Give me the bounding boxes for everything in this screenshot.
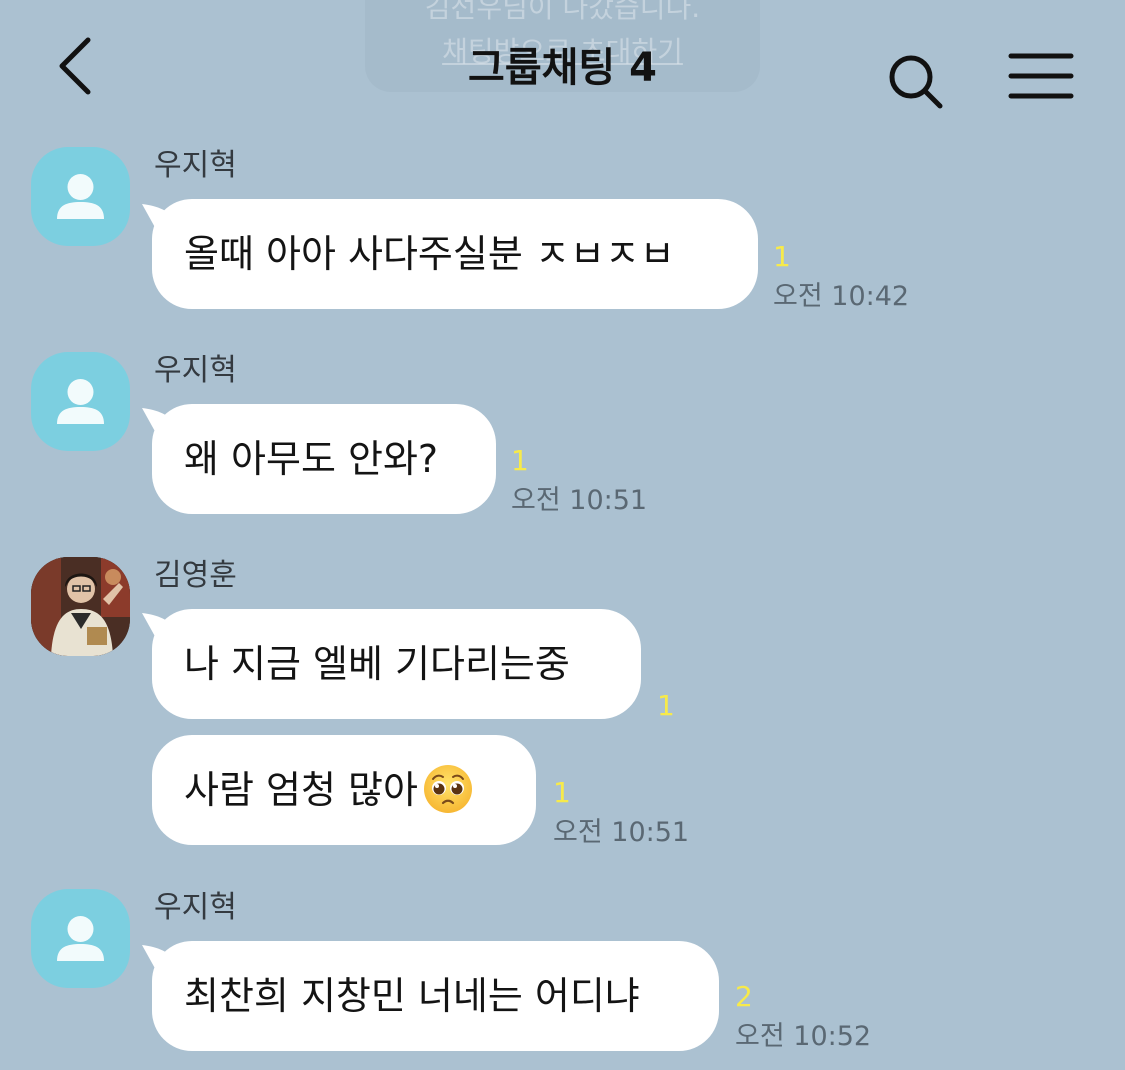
unread-count: 1 [511,444,529,477]
default-profile-icon [57,916,104,961]
default-profile-icon [57,174,104,219]
message-bubble[interactable]: 나 지금 엘베 기다리는중 [152,609,641,719]
avatar[interactable] [31,352,130,451]
message-bubble[interactable]: 사람 엄청 많아 [152,735,536,845]
message-text: 사람 엄청 많아 [184,768,418,812]
chat-header: 그룹채팅 4 [0,0,1125,130]
search-button[interactable] [886,52,950,110]
chat-title: 그룹채팅 4 [468,45,657,91]
timestamp: 오전 10:51 [553,817,690,848]
pleading-face-emoji [423,764,472,813]
unread-count: 1 [773,240,791,273]
menu-button[interactable] [1008,52,1074,100]
search-icon [889,55,943,109]
sender-name: 우지혁 [154,148,237,183]
hamburger-menu-icon [1008,53,1074,99]
sender-name: 우지혁 [154,890,237,925]
timestamp: 오전 10:42 [773,281,910,312]
default-profile-icon [57,379,104,424]
message-bubble[interactable]: 최찬희 지창민 너네는 어디냐 [152,941,719,1051]
timestamp: 오전 10:52 [735,1021,872,1052]
avatar[interactable] [31,557,130,656]
avatar[interactable] [31,889,130,988]
unread-count: 1 [657,689,675,722]
timestamp: 오전 10:51 [511,485,648,516]
sender-name: 김영훈 [154,558,237,593]
unread-count: 2 [735,980,753,1013]
sender-name: 우지혁 [154,353,237,388]
avatar[interactable] [31,147,130,246]
message-bubble[interactable]: 올때 아아 사다주실분 ㅈㅂㅈㅂ [152,199,758,309]
profile-photo [31,557,130,656]
unread-count: 1 [553,776,571,809]
message-bubble[interactable]: 왜 아무도 안와? [152,404,496,514]
